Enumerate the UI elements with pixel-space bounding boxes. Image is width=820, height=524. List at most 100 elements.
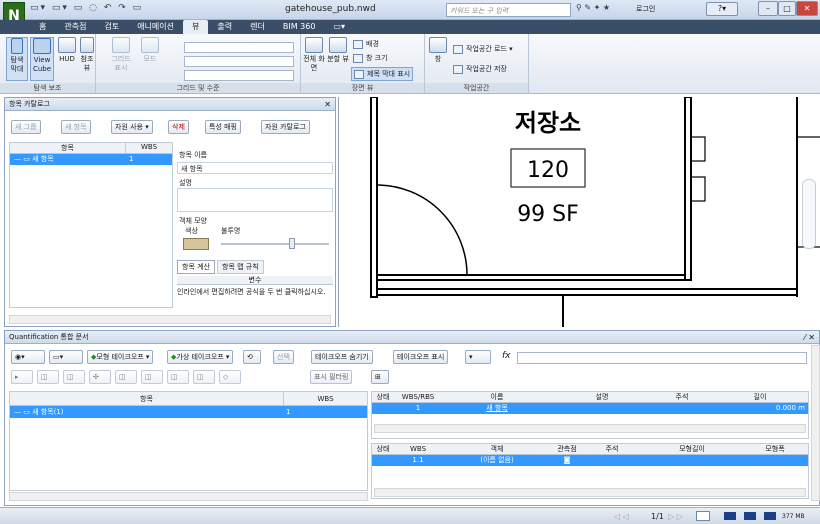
login-link[interactable]: 로그인 [636, 4, 655, 14]
page-nav-prev[interactable]: ◁ ◁ [614, 512, 629, 521]
workbook-options-button[interactable]: ▭▾ [49, 350, 83, 364]
delete-button[interactable]: 삭제 [168, 120, 189, 134]
column-header-model-width[interactable]: 모형폭 [742, 444, 808, 454]
grid-combo-3[interactable] [184, 70, 294, 81]
change-analysis-button[interactable]: ⟲ [243, 350, 261, 364]
disk-icon[interactable] [744, 512, 756, 520]
use-resource-button[interactable]: 자원 사용 ▾ [111, 120, 153, 134]
column-header-wbs[interactable]: WBS [126, 143, 172, 153]
tab-item-calculation[interactable]: 항목 계산 [177, 260, 215, 274]
page-nav-next[interactable]: ▷ ▷ [668, 512, 683, 521]
save-workspace-button[interactable]: 작업공간 저장 [453, 64, 507, 74]
column-header-wbs-rbs[interactable]: WBS/RBS [394, 392, 442, 402]
column-header-note[interactable]: 주석 [582, 444, 642, 454]
variable-column-header[interactable]: 변수 [177, 276, 333, 285]
close-window-button[interactable]: ✕ [796, 1, 818, 16]
table-row[interactable]: — ▭ 새 항목 1 [10, 154, 172, 165]
new-group-button[interactable]: 새 그룹 [11, 120, 41, 134]
map-property-button[interactable]: 특성 매핑 [205, 120, 241, 134]
model-takeoff-button[interactable]: ◆모형 테이크오프 ▾ [87, 350, 154, 364]
description-field[interactable] [177, 188, 333, 212]
minimize-button[interactable]: – [758, 1, 778, 16]
select-button[interactable]: 선택 [273, 350, 294, 364]
horizontal-scrollbar[interactable] [374, 488, 806, 497]
column-header-model-length[interactable]: 모형길이 [642, 444, 742, 454]
resource-catalog-button[interactable]: 자원 카탈로그 [261, 120, 310, 134]
infocenter-icons[interactable]: ⚲ ✎ ✦ ★ [576, 3, 610, 12]
close-icon[interactable]: ✕ [324, 98, 331, 111]
window-size-button[interactable]: 창 크기 [353, 53, 388, 63]
table-row[interactable]: 1 새 항목 0.000 m [372, 403, 808, 414]
maximize-button[interactable]: □ [778, 1, 796, 16]
grid-toggle-icon[interactable] [696, 511, 710, 521]
model-viewport[interactable]: 저장소 120 99 SF [338, 97, 820, 327]
bucket-fill-tool[interactable]: ◫ [141, 370, 163, 384]
pointer-tool[interactable]: ▸ [11, 370, 33, 384]
area-tool[interactable]: ◫ [63, 370, 85, 384]
column-header-description[interactable]: 설명 [552, 392, 652, 402]
close-icon[interactable]: ⁄ ✕ [804, 331, 815, 344]
split-view-button[interactable]: 분할 뷰 [327, 37, 349, 81]
load-workspace-button[interactable]: 작업공간 로드 ▾ [453, 44, 513, 54]
viewpoint-icon[interactable]: ◙ [552, 455, 582, 466]
column-header-item[interactable]: 항목 [10, 143, 126, 153]
nav-bar-button[interactable]: 탐색 막대 [6, 37, 28, 81]
columns-button[interactable]: ⊞ [371, 370, 389, 384]
grid-combo-2[interactable] [184, 56, 294, 67]
tab-output[interactable]: 출력 [208, 20, 241, 34]
full-screen-button[interactable]: 전체 화면 [303, 37, 325, 81]
erase-tool[interactable]: ◫ [193, 370, 215, 384]
pencil-icon[interactable] [724, 512, 736, 520]
tab-bim360[interactable]: BIM 360 [274, 20, 325, 34]
show-title-bar-button[interactable]: 제목 막대 표시 [351, 67, 414, 81]
polyline-tool[interactable]: ◫ [37, 370, 59, 384]
search-input[interactable]: 키워드 또는 구 입력 [446, 3, 571, 17]
tab-review[interactable]: 검토 [95, 20, 128, 34]
transparency-slider-track[interactable] [221, 243, 329, 245]
formula-bar[interactable] [517, 352, 807, 364]
column-header-note[interactable]: 주석 [652, 392, 712, 402]
color-swatch[interactable] [183, 238, 209, 250]
tab-view[interactable]: 뷰 [183, 20, 209, 34]
grid-mode-button[interactable]: 모드 [140, 37, 160, 81]
transparency-slider-thumb[interactable] [289, 238, 295, 249]
column-header-status[interactable]: 상태 [372, 392, 394, 402]
column-header-viewpoint[interactable]: 관측점 [552, 444, 582, 454]
tab-extra[interactable]: ▭▾ [324, 20, 354, 34]
sheet-dropdown-button[interactable]: ▾ [465, 350, 491, 364]
background-button[interactable]: 배경 [353, 39, 379, 49]
show-takeoff-button[interactable]: 테이크오프 표시 [393, 350, 449, 364]
view-cube-button[interactable]: View Cube [30, 37, 54, 81]
tab-viewpoint[interactable]: 관측점 [55, 20, 95, 34]
column-header-name[interactable]: 이름 [442, 392, 552, 402]
column-header-wbs[interactable]: WBS [284, 392, 367, 405]
horizontal-scrollbar[interactable] [9, 492, 368, 501]
edit-tool[interactable]: ◫ [167, 370, 189, 384]
column-header-wbs[interactable]: WBS [394, 444, 442, 454]
table-row[interactable]: — ▭ 새 항목(1) 1 [10, 406, 367, 418]
horizontal-scrollbar[interactable] [374, 424, 806, 433]
item-name-field[interactable]: 새 항목 [177, 162, 333, 174]
quick-access-toolbar[interactable]: ▭▾ ▭▾ ▭ ◌ ↶ ↷ ▭ [30, 3, 143, 13]
vertical-scrollbar[interactable] [811, 345, 820, 501]
grid-combo-1[interactable] [184, 42, 294, 53]
column-header-status[interactable]: 상태 [372, 444, 394, 454]
view-options-button[interactable]: ◉▾ [11, 350, 45, 364]
new-item-button[interactable]: 새 항목 [61, 120, 91, 134]
tab-animation[interactable]: 애니메이션 [128, 20, 183, 34]
column-header-length[interactable]: 길이 [712, 392, 808, 402]
hide-takeoff-button[interactable]: 테이크오프 숨기기 [311, 350, 373, 364]
count-tool[interactable]: ✣ [89, 370, 111, 384]
rectangle-tool[interactable]: ◫ [115, 370, 137, 384]
navigation-bar[interactable] [802, 179, 816, 249]
tab-render[interactable]: 렌더 [241, 20, 274, 34]
tab-item-map-rules[interactable]: 항목 맵 규칙 [217, 260, 264, 274]
hud-button[interactable]: HUD [57, 37, 77, 81]
reference-view-button[interactable]: 참조 뷰 [79, 37, 95, 81]
virtual-takeoff-button[interactable]: ◆가상 테이크오프 ▾ [167, 350, 234, 364]
column-header-item[interactable]: 항목 [10, 392, 284, 405]
filter-display-button[interactable]: 표시 필터링 [310, 370, 353, 384]
eraser-tool[interactable]: ◇ [219, 370, 241, 384]
show-grid-button[interactable]: 그리드 표시 [110, 37, 132, 81]
column-header-object[interactable]: 객체 [442, 444, 552, 454]
